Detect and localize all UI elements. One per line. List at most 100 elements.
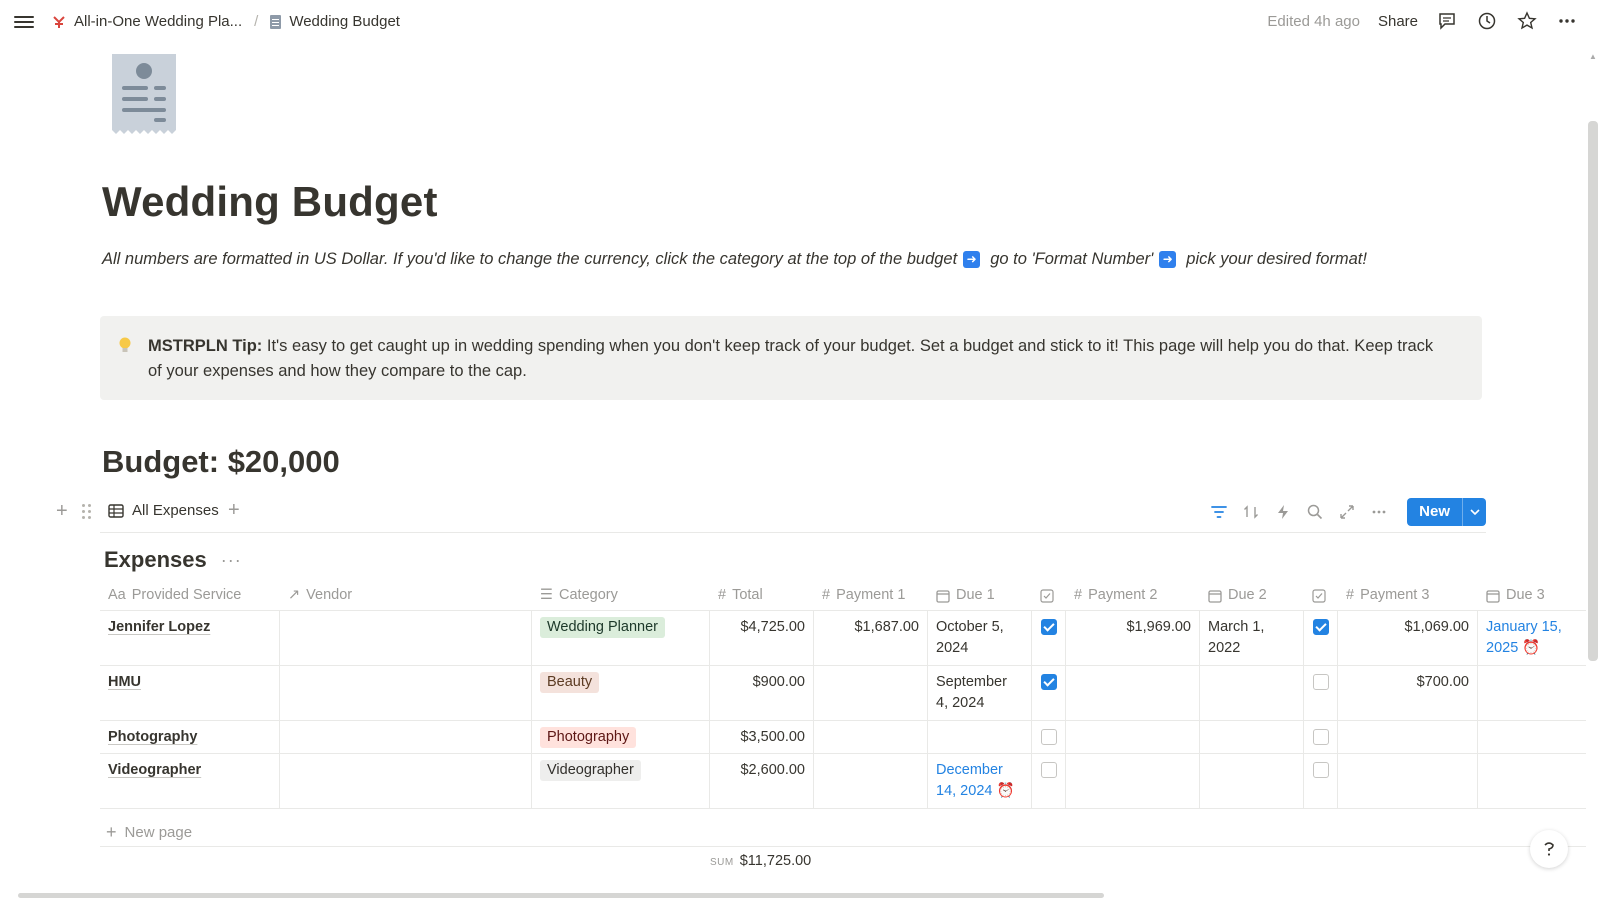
add-block-icon[interactable]: + — [56, 500, 68, 523]
payment1-cell[interactable] — [814, 721, 928, 753]
column-header[interactable]: ☰ Category — [532, 581, 710, 610]
help-button[interactable] — [1530, 830, 1568, 868]
vendor-cell[interactable] — [280, 721, 532, 753]
column-header[interactable]: Due 1 — [928, 581, 1032, 610]
topbar-tools: Edited 4h ago Share — [1267, 10, 1578, 32]
due1-cell[interactable]: September 4, 2024 — [928, 666, 1032, 720]
paid2-checkbox[interactable] — [1312, 674, 1329, 690]
right-arrow-icon: ➜ — [1159, 251, 1177, 268]
sort-icon[interactable] — [1241, 502, 1261, 522]
due1-cell[interactable]: October 5, 2024 — [928, 611, 1032, 665]
page-title[interactable]: Wedding Budget — [102, 178, 438, 226]
history-icon[interactable] — [1476, 10, 1498, 32]
vendor-cell[interactable] — [280, 754, 532, 808]
category-cell[interactable]: Photography — [532, 721, 710, 753]
service-name[interactable]: Jennifer Lopez — [108, 619, 210, 635]
payment2-cell[interactable] — [1066, 666, 1200, 720]
column-header[interactable] — [1032, 581, 1066, 610]
breadcrumb-parent[interactable]: All-in-One Wedding Pla... — [52, 13, 242, 30]
due2-cell[interactable] — [1200, 666, 1304, 720]
tab-all-expenses[interactable]: All Expenses — [108, 502, 219, 519]
due1-cell[interactable] — [928, 721, 1032, 753]
payment1-cell[interactable]: $1,687.00 — [814, 611, 928, 665]
paid1-checkbox[interactable] — [1040, 619, 1057, 635]
new-button: New — [1407, 498, 1486, 526]
drag-handle-icon[interactable] — [82, 504, 92, 520]
paid2-cell — [1304, 721, 1338, 753]
category-cell[interactable]: Wedding Planner — [532, 611, 710, 665]
database-more-icon[interactable]: ··· — [221, 550, 242, 571]
search-icon[interactable] — [1305, 502, 1325, 522]
new-button-label[interactable]: New — [1407, 498, 1462, 526]
add-view-icon[interactable]: + — [228, 499, 240, 522]
menu-icon[interactable] — [14, 13, 34, 31]
due3-cell[interactable] — [1478, 754, 1586, 808]
scroll-up-icon[interactable]: ▲ — [1589, 52, 1597, 61]
comment-icon[interactable] — [1436, 10, 1458, 32]
service-name[interactable]: Videographer — [108, 762, 201, 778]
column-header[interactable]: Due 2 — [1200, 581, 1304, 610]
star-icon[interactable] — [1516, 10, 1538, 32]
category-cell[interactable]: Beauty — [532, 666, 710, 720]
payment1-cell[interactable] — [814, 666, 928, 720]
breadcrumb-current[interactable]: Wedding Budget — [270, 13, 400, 30]
receipt-page-icon[interactable] — [112, 54, 176, 134]
paid2-checkbox[interactable] — [1312, 762, 1329, 778]
column-header[interactable] — [1304, 581, 1338, 610]
payment3-cell[interactable]: $700.00 — [1338, 666, 1478, 720]
service-cell[interactable]: Jennifer Lopez — [100, 611, 280, 665]
paid2-checkbox[interactable] — [1312, 619, 1329, 635]
service-name[interactable]: HMU — [108, 674, 141, 690]
alarm-clock-icon: ⏰ — [996, 783, 1015, 799]
due1-cell[interactable]: December 14, 2024 ⏰ — [928, 754, 1032, 808]
paid1-checkbox[interactable] — [1040, 674, 1057, 690]
scrollbar-thumb[interactable] — [1588, 121, 1598, 661]
horizontal-scrollbar[interactable] — [18, 893, 1104, 898]
vendor-cell[interactable] — [280, 611, 532, 665]
database-title-label[interactable]: Expenses — [104, 547, 207, 573]
total-cell[interactable]: $900.00 — [710, 666, 814, 720]
paid1-checkbox[interactable] — [1040, 762, 1057, 778]
total-sum[interactable]: SUM $11,725.00 — [710, 853, 811, 869]
paid1-checkbox[interactable] — [1040, 729, 1057, 745]
vendor-cell[interactable] — [280, 666, 532, 720]
due2-cell[interactable] — [1200, 721, 1304, 753]
total-cell[interactable]: $2,600.00 — [710, 754, 814, 808]
more-icon[interactable] — [1556, 10, 1578, 32]
due2-cell[interactable] — [1200, 754, 1304, 808]
due2-cell[interactable]: March 1, 2022 — [1200, 611, 1304, 665]
column-header[interactable]: ↗ Vendor — [280, 581, 532, 610]
service-name[interactable]: Photography — [108, 729, 197, 745]
service-cell[interactable]: HMU — [100, 666, 280, 720]
column-header[interactable]: # Payment 1 — [814, 581, 928, 610]
payment1-cell[interactable] — [814, 754, 928, 808]
new-page-button[interactable]: + New page — [106, 822, 192, 843]
filter-icon[interactable] — [1209, 502, 1229, 522]
payment3-cell[interactable] — [1338, 721, 1478, 753]
payment3-cell[interactable]: $1,069.00 — [1338, 611, 1478, 665]
total-cell[interactable]: $3,500.00 — [710, 721, 814, 753]
service-cell[interactable]: Photography — [100, 721, 280, 753]
vertical-scrollbar[interactable]: ▲ — [1584, 46, 1600, 886]
chevron-down-icon[interactable] — [1462, 498, 1486, 526]
service-cell[interactable]: Videographer — [100, 754, 280, 808]
column-header[interactable]: # Total — [710, 581, 814, 610]
payment2-cell[interactable]: $1,969.00 — [1066, 611, 1200, 665]
due3-cell[interactable] — [1478, 666, 1586, 720]
column-header[interactable]: Due 3 — [1478, 581, 1586, 610]
column-header[interactable]: Aa Provided Service — [100, 581, 280, 610]
due3-cell[interactable] — [1478, 721, 1586, 753]
expand-icon[interactable] — [1337, 502, 1357, 522]
column-header[interactable]: # Payment 3 — [1338, 581, 1478, 610]
share-button[interactable]: Share — [1378, 13, 1418, 30]
category-cell[interactable]: Videographer — [532, 754, 710, 808]
lightning-icon[interactable] — [1273, 502, 1293, 522]
column-header[interactable]: # Payment 2 — [1066, 581, 1200, 610]
due3-cell[interactable]: January 15, 2025 ⏰ — [1478, 611, 1586, 665]
payment2-cell[interactable] — [1066, 754, 1200, 808]
payment3-cell[interactable] — [1338, 754, 1478, 808]
more-options-icon[interactable] — [1369, 502, 1389, 522]
paid2-checkbox[interactable] — [1312, 729, 1329, 745]
total-cell[interactable]: $4,725.00 — [710, 611, 814, 665]
payment2-cell[interactable] — [1066, 721, 1200, 753]
